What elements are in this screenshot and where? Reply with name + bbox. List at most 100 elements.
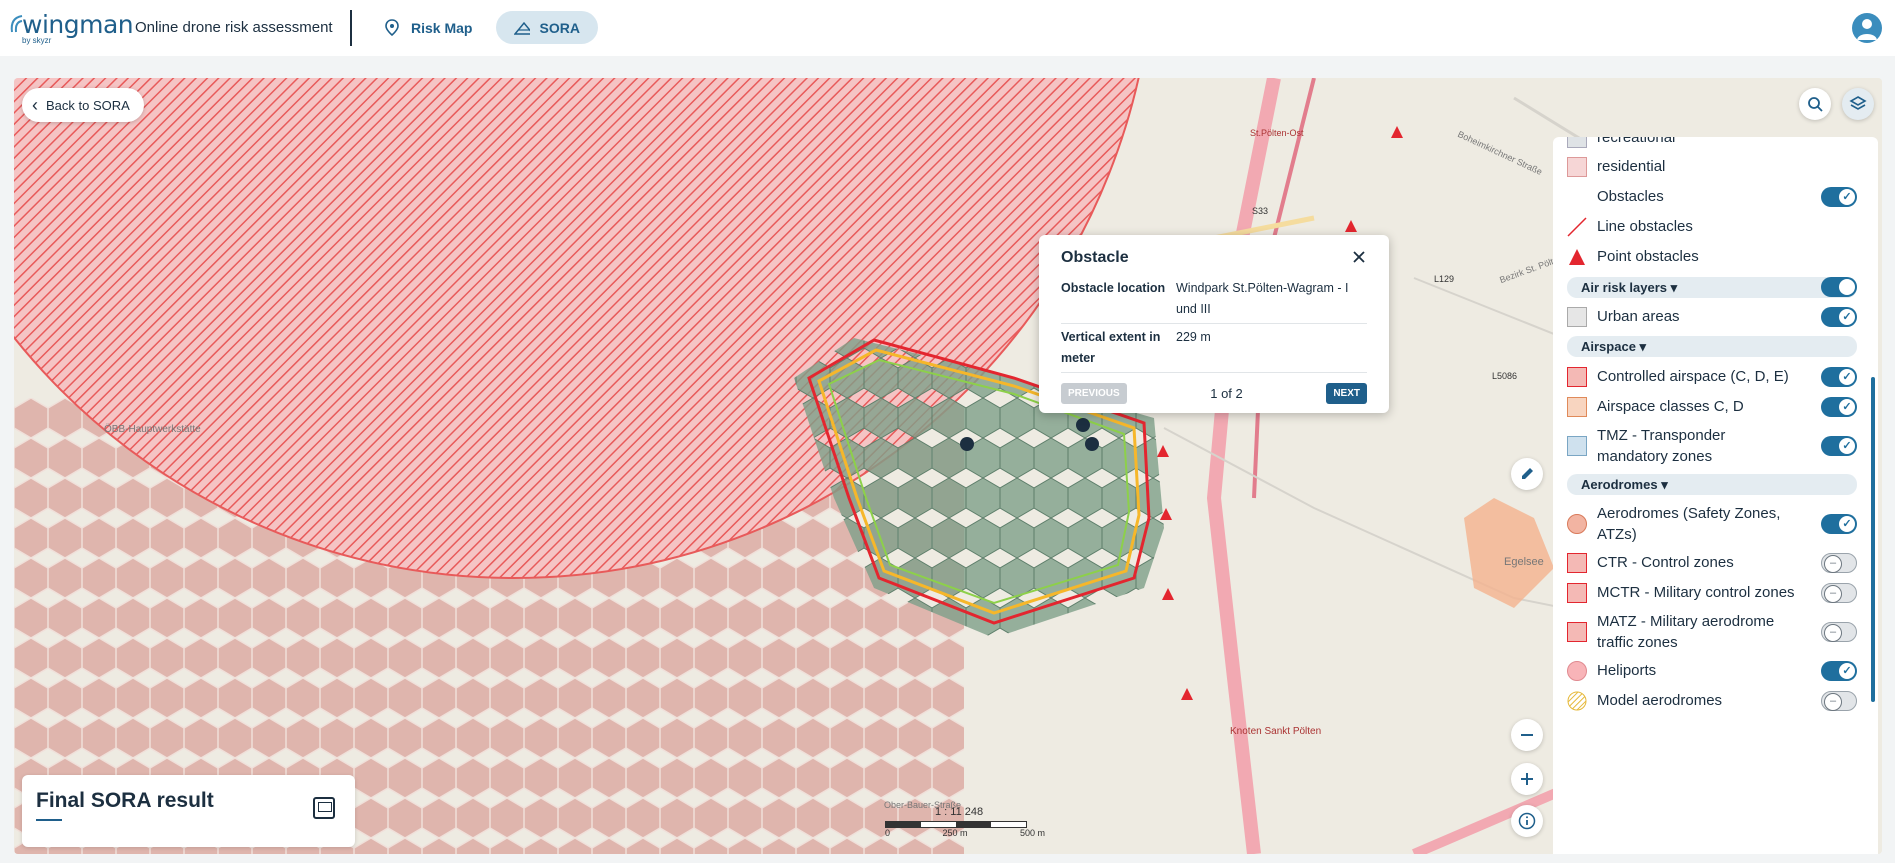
map-label-l5086: L5086 [1492,371,1518,381]
previous-button[interactable]: PREVIOUS [1061,383,1127,404]
final-result-underline [36,819,62,821]
back-to-sora-button[interactable]: ‹ Back to SORA [22,88,144,122]
obstacle-popup: Obstacle Obstacle location Windpark St.P… [1039,235,1389,413]
nav-sora[interactable]: SORA [496,11,598,44]
popup-pager: 1 of 2 [1210,386,1243,401]
mctr-swatch [1567,582,1587,603]
obstacles-toggle[interactable] [1821,186,1857,207]
layer-legend-panel[interactable]: recreational residential Obstacles Line … [1553,137,1878,854]
section-aerodromes[interactable]: Aerodromes ▾ [1567,474,1857,495]
popup-row-location: Obstacle location Windpark St.Pölten-Wag… [1061,275,1367,324]
residential-swatch [1567,156,1587,177]
legend-label: residential [1597,158,1666,175]
legend-item-line-obstacles: Line obstacles [1567,216,1857,237]
legend-label: Point obstacles [1597,248,1699,265]
map-canvas[interactable]: St.Pölten-Ost S33 L129 L5086 Bezirk St. … [14,78,1882,854]
close-icon[interactable] [1351,249,1367,265]
logo-subtitle: by skyzr [22,36,52,45]
app-header: wingman by skyzr Online drone risk asses… [0,0,1895,56]
legend-label: MCTR - Military control zones [1597,584,1795,601]
info-button[interactable] [1511,805,1543,837]
scale-tick: 0 [885,828,891,838]
final-sora-result-card[interactable]: Final SORA result [22,775,355,847]
model-aerodromes-swatch [1567,691,1587,710]
controlled-airspace-toggle[interactable] [1821,366,1857,387]
legend-item-obstacles: Obstacles [1567,186,1857,207]
final-result-title: Final SORA result [36,789,214,812]
ctr-toggle[interactable] [1821,552,1857,573]
search-button[interactable] [1799,88,1831,120]
nav-sora-label: SORA [539,19,580,36]
section-label: Air risk layers [1581,280,1668,295]
recreational-swatch [1567,137,1587,148]
scale-ratio: 1 : 11 248 [935,806,984,818]
popup-key: Obstacle location [1061,281,1166,295]
legend-label: TMZ - Transponder mandatory zones [1597,427,1726,465]
scale-tick: 500 m [1019,828,1045,838]
zoom-in-button[interactable] [1511,763,1543,795]
map-label-st-poelten-ost: St.Pölten-Ost [1250,128,1304,138]
search-icon [1808,97,1823,112]
matz-swatch [1567,622,1587,642]
legend-scrollbar[interactable] [1871,377,1875,702]
next-button[interactable]: NEXT [1326,383,1367,404]
app-title: Online drone risk assessment [135,19,333,36]
airspace-classes-toggle[interactable] [1821,396,1857,417]
urban-areas-toggle[interactable] [1821,306,1857,327]
aerodromes-toggle[interactable] [1821,514,1857,534]
scale-tick: 250 m [942,828,968,838]
section-air-risk-layers[interactable]: Air risk layers ▾ [1567,277,1857,298]
legend-item-tmz: TMZ - Transponder mandatory zones [1567,426,1857,466]
air-risk-layers-toggle[interactable] [1821,277,1857,297]
legend-label: Urban areas [1597,308,1680,325]
legend-label: Heliports [1597,662,1657,679]
zoom-out-button[interactable] [1511,719,1543,751]
map-label-l129: L129 [1434,274,1455,284]
model-aerodromes-toggle[interactable] [1821,690,1857,711]
legend-label: Model aerodromes [1597,692,1723,709]
legend-item-airspace-classes: Airspace classes C, D [1567,396,1857,417]
legend-item-matz: MATZ - Military aerodrome traffic zones [1567,612,1857,652]
chevron-down-icon: ▾ [1639,339,1647,354]
logo-text: wingman [22,10,134,39]
legend-label: MATZ - Military aerodrome traffic zones [1597,613,1775,651]
map-pin-icon [385,18,399,36]
controlled-airspace-swatch [1567,366,1587,387]
user-avatar-icon[interactable] [1852,13,1882,43]
ctr-swatch [1567,552,1587,573]
heliports-swatch [1567,660,1587,681]
pencil-icon [1522,468,1533,479]
back-label: Back to SORA [46,97,130,113]
aerodromes-swatch [1567,514,1587,534]
matz-toggle[interactable] [1821,622,1857,642]
tmz-swatch [1567,436,1587,456]
popup-title: Obstacle [1061,249,1129,266]
legend-item-point-obstacles: Point obstacles [1567,246,1857,267]
nav-risk-map[interactable]: Risk Map [365,11,490,44]
layers-button[interactable] [1842,88,1874,120]
point-obstacle-icon [1569,248,1585,265]
tmz-toggle[interactable] [1821,436,1857,456]
line-obstacle-icon [1567,216,1587,237]
chevron-left-icon: ‹ [32,95,38,115]
map-label-oebb: ÖBB-Hauptwerkstätte [104,424,201,435]
minus-icon [1521,734,1533,736]
popup-row-vertical-extent: Vertical extent in meter 229 m [1061,324,1367,373]
expand-panel-icon[interactable] [313,797,335,819]
header-divider [350,10,352,46]
legend-label: Line obstacles [1597,218,1693,235]
layers-icon [1849,96,1867,110]
map-label-knoten: Knoten Sankt Pölten [1230,726,1322,737]
heliports-toggle[interactable] [1821,660,1857,681]
mctr-toggle[interactable] [1821,582,1857,603]
section-airspace[interactable]: Airspace ▾ [1567,336,1857,357]
legend-item-residential: residential [1567,156,1857,177]
wingman-logo[interactable]: wingman by skyzr [8,10,134,46]
scale-bar [885,821,1027,828]
section-label: Aerodromes [1581,477,1658,492]
map-label-s33: S33 [1252,206,1269,216]
airspace-classes-swatch [1567,396,1587,417]
legend-item-heliports: Heliports [1567,660,1857,681]
legend-label: Airspace classes C, D [1597,398,1744,415]
draw-button[interactable] [1511,458,1543,490]
